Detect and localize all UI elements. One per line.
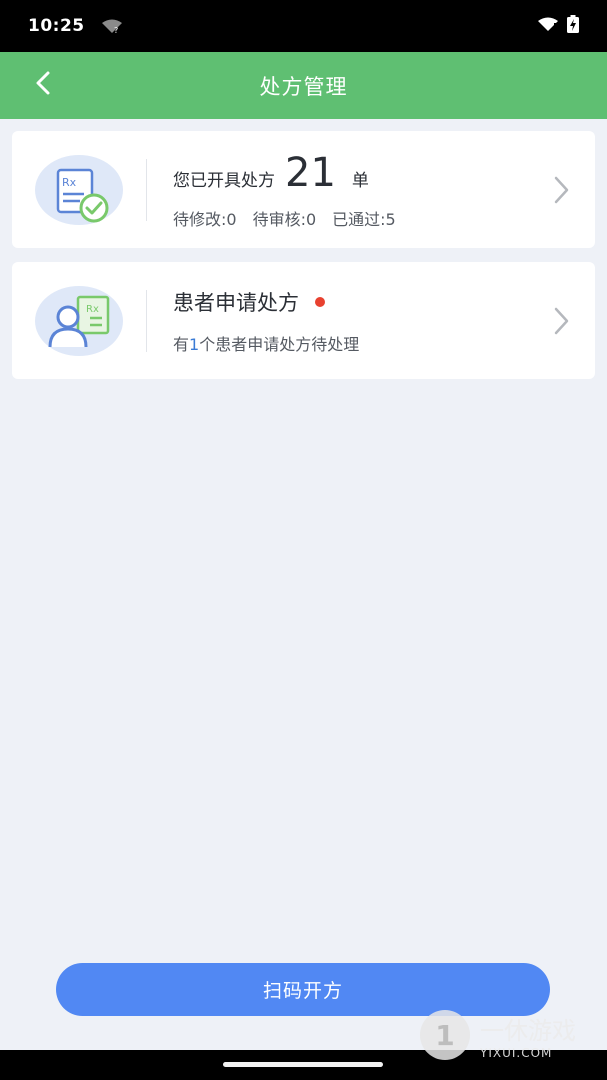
svg-text:Rx: Rx [86, 304, 99, 315]
desc-prefix: 有 [173, 334, 190, 354]
wifi-question-icon: ? [101, 18, 123, 35]
stat-approved: 已通过:5 [332, 209, 396, 229]
stat-pending-modify: 待修改:0 [173, 209, 237, 229]
issued-count: 21 [285, 149, 336, 196]
nav-bar: 处方管理 [0, 52, 607, 119]
watermark-text: 一休游戏 YIXUI.COM [480, 1011, 576, 1060]
status-bar: 10:25 ? [0, 0, 607, 52]
watermark-en: YIXUI.COM [480, 1045, 553, 1060]
svg-text:?: ? [114, 26, 118, 34]
status-time: 10:25 [28, 16, 85, 36]
patient-requests-body: 患者申请处方 有1个患者申请处方待处理 [173, 287, 541, 355]
svg-text:Rx: Rx [62, 176, 77, 189]
stat-pending-review: 待审核:0 [252, 209, 317, 229]
status-right-icons [537, 15, 579, 37]
scan-prescribe-label: 扫码开方 [262, 980, 343, 1002]
home-gesture-bar[interactable] [223, 1062, 383, 1067]
patient-requests-title-row: 患者申请处方 [173, 287, 541, 317]
desc-suffix: 个患者申请处方待处理 [199, 334, 360, 354]
chevron-left-icon [34, 70, 52, 100]
card-divider [146, 158, 147, 221]
back-button[interactable] [28, 70, 58, 100]
unread-dot [315, 296, 325, 307]
patient-requests-title: 患者申请处方 [173, 290, 299, 315]
issued-prescriptions-card[interactable]: Rx 您已开具处方 21 单 待修改:0 待审核:0 已通过:5 [12, 131, 595, 248]
scan-prescribe-button[interactable]: 扫码开方 [56, 963, 550, 1016]
rx-document-check-icon: Rx [12, 131, 146, 248]
watermark-logo: 1 [420, 1010, 470, 1060]
watermark-cn: 一休游戏 [480, 1016, 576, 1045]
card-divider [146, 289, 147, 352]
patient-requests-desc: 有1个患者申请处方待处理 [173, 331, 541, 355]
wifi-icon [537, 16, 559, 36]
issued-prescriptions-body: 您已开具处方 21 单 待修改:0 待审核:0 已通过:5 [173, 150, 541, 230]
patient-rx-icon: Rx [12, 262, 146, 379]
watermark: 1 一休游戏 YIXUI.COM [420, 1010, 576, 1060]
pending-request-count: 1 [189, 334, 200, 354]
chevron-right-icon [541, 262, 581, 379]
prescription-stats: 待修改:0 待审核:0 已通过:5 [173, 206, 541, 230]
battery-charging-icon [567, 15, 579, 37]
issued-unit: 单 [351, 170, 369, 191]
page-title: 处方管理 [259, 74, 348, 99]
chevron-right-icon [541, 131, 581, 248]
issued-count-line: 您已开具处方 21 单 [173, 150, 541, 196]
patient-requests-card[interactable]: Rx 患者申请处方 有1个患者申请处方待处理 [12, 262, 595, 379]
issued-label: 您已开具处方 [173, 170, 275, 191]
